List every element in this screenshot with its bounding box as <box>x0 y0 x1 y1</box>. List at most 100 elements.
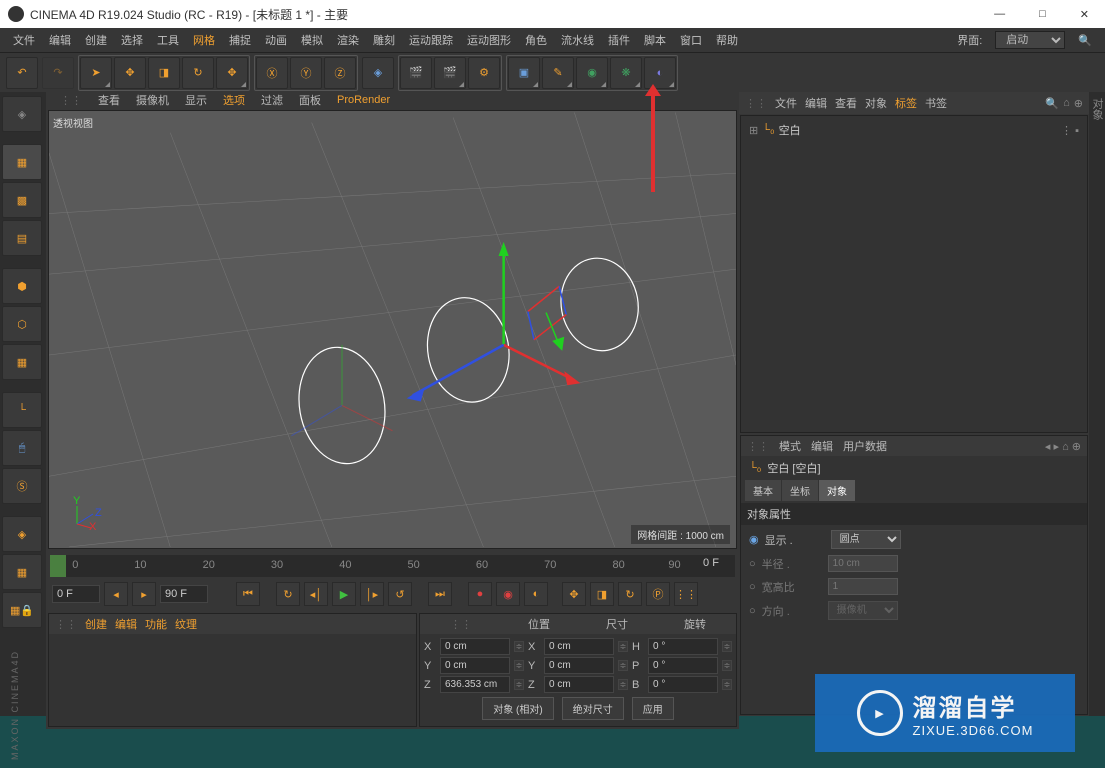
scale-tool[interactable]: ◨ <box>148 57 180 89</box>
menu-select[interactable]: 选择 <box>114 32 150 48</box>
rot-p-input[interactable] <box>648 657 718 674</box>
om-file[interactable]: 文件 <box>775 95 797 111</box>
aspect-input[interactable] <box>828 578 898 595</box>
size-x-input[interactable] <box>544 638 614 655</box>
mat-create[interactable]: 创建 <box>85 616 107 632</box>
nurbs-generator[interactable]: ◉ <box>576 57 608 89</box>
undo-button[interactable]: ↶ <box>6 57 38 89</box>
object-null-item[interactable]: ⊞ └₀ 空白 ⋮ ▪ <box>745 120 1083 140</box>
rot-b-input[interactable] <box>648 676 718 693</box>
menu-file[interactable]: 文件 <box>6 32 42 48</box>
rotate-tool[interactable]: ↻ <box>182 57 214 89</box>
menu-create[interactable]: 创建 <box>78 32 114 48</box>
vp-view[interactable]: 查看 <box>92 92 126 108</box>
menu-character[interactable]: 角色 <box>518 32 554 48</box>
spline-pen[interactable]: ✎ <box>542 57 574 89</box>
menu-plugins[interactable]: 插件 <box>601 32 637 48</box>
coord-mode-button[interactable]: 对象 (相对) <box>482 697 553 720</box>
vp-filter[interactable]: 过滤 <box>255 92 289 108</box>
size-z-input[interactable] <box>544 676 614 693</box>
pos-z-input[interactable] <box>440 676 510 693</box>
keyframe-sel[interactable]: ◐ <box>524 582 548 606</box>
step-back[interactable]: ◂│ <box>304 582 328 606</box>
vp-display[interactable]: 显示 <box>179 92 213 108</box>
menu-edit[interactable]: 编辑 <box>42 32 78 48</box>
loop-end[interactable]: ↺ <box>388 582 412 606</box>
workplane-locked[interactable]: ▦🔒 <box>2 592 42 628</box>
tab-coord[interactable]: 坐标 <box>782 480 818 501</box>
apply-button[interactable]: 应用 <box>632 697 674 720</box>
prev-key-icon[interactable]: ◂ <box>104 582 128 606</box>
goto-end[interactable]: ⏭ <box>428 582 452 606</box>
menu-mesh[interactable]: 网格 <box>186 32 222 48</box>
x-axis-lock[interactable]: Ⓧ <box>256 57 288 89</box>
pos-x-input[interactable] <box>440 638 510 655</box>
coord-system[interactable]: ◈ <box>362 57 394 89</box>
key-pos[interactable]: ✥ <box>562 582 586 606</box>
axis-mode[interactable]: └ <box>2 392 42 428</box>
om-edit[interactable]: 编辑 <box>805 95 827 111</box>
autokey-button[interactable]: ◉ <box>496 582 520 606</box>
menu-simulation[interactable]: 模拟 <box>294 32 330 48</box>
expand-icon[interactable]: ⊞ <box>749 124 758 137</box>
tab-basic[interactable]: 基本 <box>745 480 781 501</box>
redo-button[interactable]: ↷ <box>42 57 74 89</box>
menu-tools[interactable]: 工具 <box>150 32 186 48</box>
menu-motion-tracking[interactable]: 运动跟踪 <box>402 32 460 48</box>
loop-button[interactable]: ↻ <box>276 582 300 606</box>
menu-help[interactable]: 帮助 <box>709 32 745 48</box>
om-objects[interactable]: 对象 <box>865 95 887 111</box>
object-tree[interactable]: ⊞ └₀ 空白 ⋮ ▪ <box>740 115 1088 433</box>
timeline-start-field[interactable] <box>52 585 100 603</box>
om-home-icon[interactable]: ⌂ <box>1063 97 1070 110</box>
radius-input[interactable] <box>828 555 898 572</box>
rot-h-input[interactable] <box>648 638 718 655</box>
om-search-icon[interactable]: 🔍 <box>1045 97 1059 110</box>
maximize-button[interactable]: □ <box>1031 6 1054 23</box>
size-mode-button[interactable]: 绝对尺寸 <box>562 697 624 720</box>
menu-animation[interactable]: 动画 <box>258 32 294 48</box>
object-name[interactable]: 空白 <box>779 122 801 138</box>
render-picture[interactable]: 🎬 <box>434 57 466 89</box>
mograph-object[interactable]: ❋ <box>610 57 642 89</box>
mat-texture[interactable]: 纹理 <box>175 616 197 632</box>
attr-mode[interactable]: 模式 <box>779 438 801 454</box>
workplane-lock[interactable]: ◈ <box>2 516 42 552</box>
z-axis-lock[interactable]: Ⓩ <box>324 57 356 89</box>
menu-sculpt[interactable]: 雕刻 <box>366 32 402 48</box>
direction-select[interactable]: 摄像机 <box>828 601 898 620</box>
goto-start[interactable]: ⏮ <box>236 582 260 606</box>
polygons-mode[interactable]: ▦ <box>2 344 42 380</box>
menu-mograph[interactable]: 运动图形 <box>460 32 518 48</box>
key-pla[interactable]: ⋮⋮ <box>674 582 698 606</box>
menu-render[interactable]: 渲染 <box>330 32 366 48</box>
menu-window[interactable]: 窗口 <box>673 32 709 48</box>
next-key-icon[interactable]: ▸ <box>132 582 156 606</box>
primitive-cube[interactable]: ▣ <box>508 57 540 89</box>
render-settings[interactable]: ⚙ <box>468 57 500 89</box>
key-param[interactable]: Ⓟ <box>646 582 670 606</box>
key-scale[interactable]: ◨ <box>590 582 614 606</box>
display-select[interactable]: 圆点 <box>831 530 901 549</box>
menu-pipeline[interactable]: 流水线 <box>554 32 601 48</box>
mat-function[interactable]: 功能 <box>145 616 167 632</box>
select-tool[interactable]: ➤ <box>80 57 112 89</box>
render-view[interactable]: 🎬 <box>400 57 432 89</box>
step-fwd[interactable]: │▸ <box>360 582 384 606</box>
tweak-mode[interactable]: 🖱 <box>2 430 42 466</box>
vp-options[interactable]: 选项 <box>217 92 251 108</box>
vp-panel[interactable]: 面板 <box>293 92 327 108</box>
timeline-end-field[interactable] <box>160 585 208 603</box>
move-tool[interactable]: ✥ <box>114 57 146 89</box>
tab-object[interactable]: 对象 <box>819 480 855 501</box>
record-button[interactable]: ● <box>468 582 492 606</box>
close-button[interactable]: ✕ <box>1072 6 1097 23</box>
om-view[interactable]: 查看 <box>835 95 857 111</box>
layout-select[interactable]: 启动 <box>995 31 1065 49</box>
size-y-input[interactable] <box>544 657 614 674</box>
workplane-planar[interactable]: ▦ <box>2 554 42 590</box>
edges-mode[interactable]: ⬡ <box>2 306 42 342</box>
pos-y-input[interactable] <box>440 657 510 674</box>
vp-prorender[interactable]: ProRender <box>331 94 396 106</box>
make-editable[interactable]: ◈ <box>2 96 42 132</box>
